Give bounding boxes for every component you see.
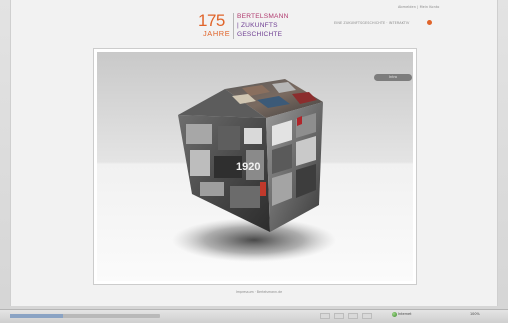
- security-zone: Internet: [398, 312, 412, 316]
- status-segment: [320, 313, 330, 319]
- cube-shadow: [172, 218, 336, 262]
- left-photo-tile: [244, 128, 262, 144]
- left-photo-tile: [230, 186, 260, 208]
- status-segment: [334, 313, 344, 319]
- loading-progress: [10, 314, 160, 318]
- globe-icon: [392, 312, 397, 317]
- left-photo-tile: [190, 150, 210, 176]
- cube-year-label: 1920: [236, 161, 260, 173]
- status-segment: [362, 313, 372, 319]
- left-accent-tile: [260, 182, 266, 196]
- left-photo-tile: [200, 182, 224, 196]
- photo-cube-icon[interactable]: 1920: [0, 0, 508, 323]
- left-photo-tile: [218, 126, 240, 150]
- left-photo-tile: [186, 124, 212, 144]
- loading-progress-fill: [10, 314, 63, 318]
- zoom-level[interactable]: 100%: [470, 312, 480, 316]
- footer-links[interactable]: Impressum · Bertelsmann.de: [236, 290, 282, 294]
- status-segment: [348, 313, 358, 319]
